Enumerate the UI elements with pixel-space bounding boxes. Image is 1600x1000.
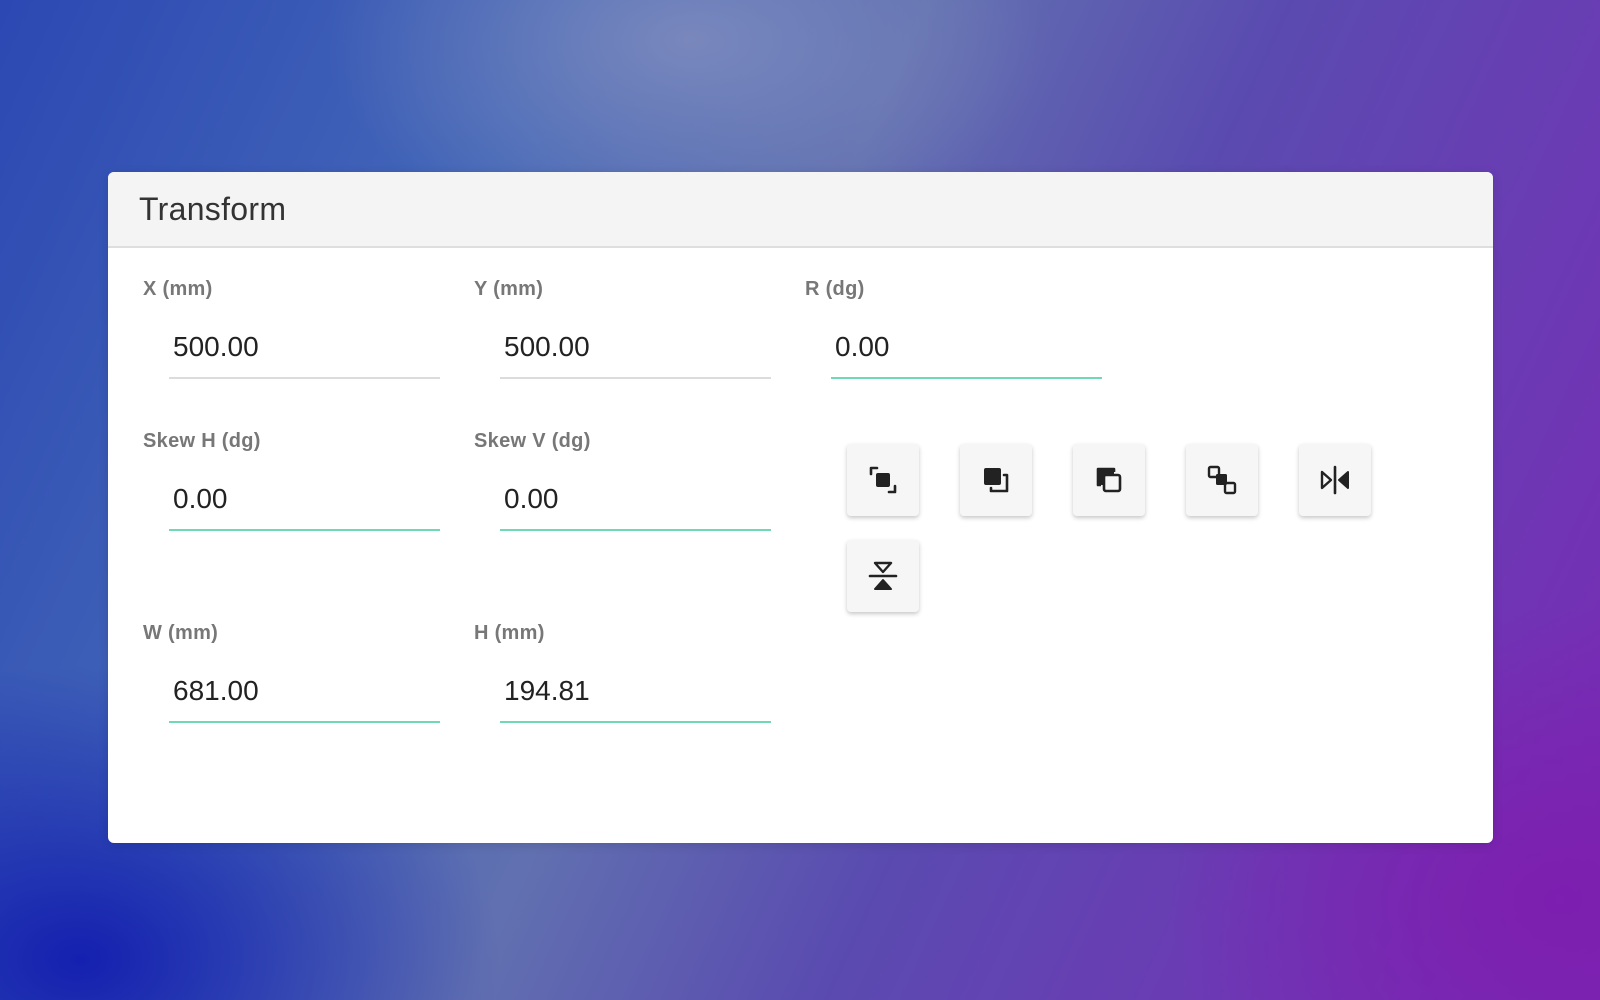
select-object-button[interactable] bbox=[847, 444, 919, 516]
width-input[interactable] bbox=[169, 669, 440, 723]
select-object-icon bbox=[869, 466, 897, 494]
flip-vertical-button[interactable] bbox=[847, 540, 919, 612]
rotation-input[interactable] bbox=[831, 325, 1102, 379]
width-field: W (mm) bbox=[143, 621, 443, 723]
x-label: X (mm) bbox=[143, 278, 213, 300]
height-field: H (mm) bbox=[474, 621, 774, 723]
y-input[interactable] bbox=[500, 325, 771, 379]
rotation-field: R (dg) bbox=[805, 277, 1105, 379]
arrange-button[interactable] bbox=[1186, 444, 1258, 516]
flip-vertical-icon bbox=[868, 561, 898, 590]
width-label: W (mm) bbox=[143, 622, 219, 644]
bring-to-front-icon bbox=[984, 468, 1009, 493]
skew-v-field: Skew V (dg) bbox=[474, 429, 774, 531]
skew-h-label: Skew H (dg) bbox=[143, 430, 261, 452]
skew-v-label: Skew V (dg) bbox=[474, 430, 591, 452]
skew-h-input[interactable] bbox=[169, 477, 440, 531]
flip-horizontal-button[interactable] bbox=[1299, 444, 1371, 516]
bring-to-front-button[interactable] bbox=[960, 444, 1032, 516]
skew-h-field: Skew H (dg) bbox=[143, 429, 443, 531]
x-field: X (mm) bbox=[143, 277, 443, 379]
rotation-label: R (dg) bbox=[805, 278, 865, 300]
panel-header: Transform bbox=[108, 172, 1493, 248]
y-field: Y (mm) bbox=[474, 277, 774, 379]
panel-title: Transform bbox=[139, 190, 287, 227]
flip-horizontal-icon bbox=[1320, 465, 1349, 495]
height-input[interactable] bbox=[500, 669, 771, 723]
x-input[interactable] bbox=[169, 325, 440, 379]
height-label: H (mm) bbox=[474, 622, 545, 644]
skew-v-input[interactable] bbox=[500, 477, 771, 531]
arrange-icon bbox=[1207, 465, 1237, 495]
send-to-back-icon bbox=[1096, 467, 1122, 493]
y-label: Y (mm) bbox=[474, 278, 544, 300]
send-to-back-button[interactable] bbox=[1073, 444, 1145, 516]
transform-panel: Transform X (mm) Y (mm) R (dg) Skew H (d… bbox=[108, 172, 1493, 843]
